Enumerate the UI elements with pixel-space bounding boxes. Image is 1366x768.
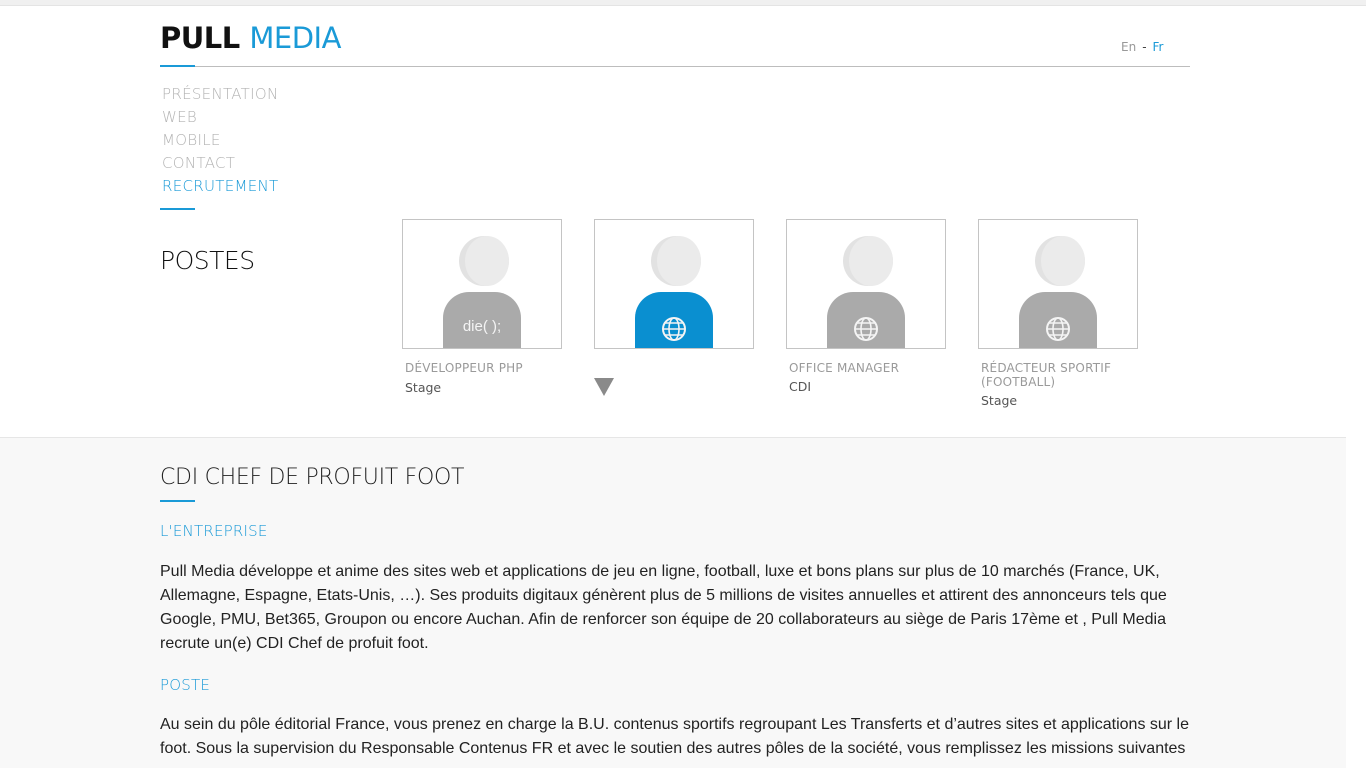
- job-detail-title: CDI CHEF DE PROFUIT FOOT: [160, 465, 465, 490]
- avatar-head: [459, 236, 509, 286]
- section-text-entreprise: Pull Media développe et anime des sites …: [160, 563, 1167, 652]
- job-card-redacteur-sportif[interactable]: [978, 219, 1138, 349]
- nav-item-contact[interactable]: CONTACT: [162, 152, 279, 175]
- nav-item-mobile[interactable]: MOBILE: [162, 129, 279, 152]
- language-switcher: En - Fr: [1121, 40, 1164, 54]
- job-card-title[interactable]: OFFICE MANAGER: [789, 361, 949, 375]
- job-detail-panel: CDI CHEF DE PROFUIT FOOT L'ENTREPRISE Pu…: [0, 437, 1346, 768]
- job-card-developpeur-php[interactable]: die( );: [402, 219, 562, 349]
- section-text-poste: Au sein du pôle éditorial France, vous p…: [160, 716, 1190, 757]
- lang-en-link[interactable]: En: [1121, 40, 1136, 54]
- avatar-head: [1035, 236, 1085, 286]
- avatar-body: [827, 292, 905, 348]
- nav-item-recrutement[interactable]: RECRUTEMENT: [162, 175, 279, 198]
- top-bar: [0, 0, 1366, 6]
- nav-item-presentation[interactable]: PRÉSENTATION: [162, 83, 279, 106]
- job-card-type: Stage: [981, 393, 1018, 408]
- avatar-body: [1019, 292, 1097, 348]
- job-card-title[interactable]: RÉDACTEUR SPORTIF (FOOTBALL): [981, 361, 1141, 389]
- logo-media: MEDIA: [249, 21, 341, 55]
- avatar-body: [635, 292, 713, 348]
- detail-accent-line: [160, 500, 195, 502]
- avatar-head: [651, 236, 701, 286]
- job-card-type: Stage: [405, 380, 442, 395]
- avatar-body: die( );: [443, 292, 521, 348]
- section-heading-poste: POSTE: [160, 676, 211, 694]
- logo[interactable]: PULL MEDIA: [160, 20, 341, 56]
- nav-accent-line: [160, 208, 195, 210]
- globe-icon: [854, 317, 878, 341]
- avatar-code-text: die( );: [462, 318, 502, 335]
- main-nav: PRÉSENTATION WEB MOBILE CONTACT RECRUTEM…: [162, 83, 279, 198]
- avatar-head: [843, 236, 893, 286]
- postes-title: POSTES: [160, 246, 255, 275]
- header-divider: [160, 66, 1190, 67]
- lang-separator: -: [1142, 40, 1147, 54]
- section-heading-entreprise: L'ENTREPRISE: [160, 522, 268, 540]
- job-card-type: CDI: [789, 379, 812, 394]
- selected-card-arrow-icon: [594, 378, 614, 396]
- job-card-selected[interactable]: [594, 219, 754, 349]
- globe-icon: [662, 317, 686, 341]
- lang-fr-link[interactable]: Fr: [1153, 40, 1164, 54]
- nav-item-web[interactable]: WEB: [162, 106, 279, 129]
- globe-icon: [1046, 317, 1070, 341]
- logo-pull: PULL: [160, 21, 240, 55]
- job-card-title[interactable]: DÉVELOPPEUR PHP: [405, 361, 565, 375]
- scrollbar-track[interactable]: [1346, 437, 1366, 768]
- job-card-office-manager[interactable]: [786, 219, 946, 349]
- header-accent-line: [160, 65, 195, 67]
